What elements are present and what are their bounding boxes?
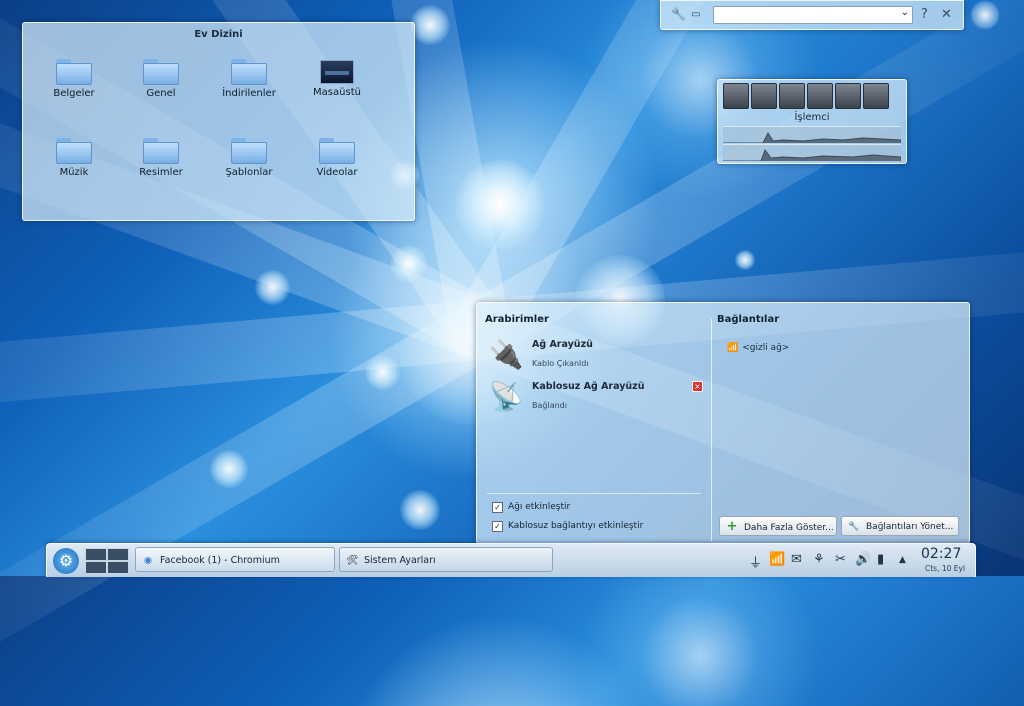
harddisk-icon[interactable] bbox=[751, 83, 777, 109]
folder-icon bbox=[231, 138, 267, 164]
folder-label: Videolar bbox=[316, 167, 358, 178]
interface-wired[interactable]: 🔌 Ağ Arayüzü Kablo Çıkanldı bbox=[487, 337, 711, 377]
system-monitor-icons bbox=[723, 83, 891, 112]
desktop-toolbox-cashew[interactable] bbox=[970, 0, 1000, 30]
enable-network-label: Ağı etkinleştir bbox=[508, 502, 571, 512]
interface-name: Kablosuz Ağ Arayüzü bbox=[532, 381, 645, 392]
interface-wireless[interactable]: 📡 Kablosuz Ağ Arayüzü Bağlandı × bbox=[487, 379, 711, 419]
wifi-icon[interactable]: 📶 bbox=[769, 552, 785, 567]
volume-icon[interactable]: 🔊 bbox=[855, 552, 871, 567]
cpu-monitor-widget: İşlemci bbox=[717, 79, 907, 164]
virtual-desktop-pager[interactable] bbox=[85, 548, 129, 574]
desktop-1[interactable] bbox=[85, 548, 107, 561]
folder-item-indirilenler[interactable]: İndirilenler bbox=[209, 59, 289, 99]
mail-icon[interactable]: ✉ bbox=[791, 552, 802, 567]
folder-item-videolar[interactable]: Videolar bbox=[297, 138, 377, 178]
desktop-icon bbox=[320, 60, 354, 84]
ram-icon[interactable] bbox=[835, 83, 861, 109]
wireless-network-icon: 📡 bbox=[488, 380, 524, 413]
folder-label: Belgeler bbox=[53, 88, 95, 99]
enable-network-checkbox[interactable]: ✓ Ağı etkinleştir bbox=[492, 502, 570, 513]
wired-network-icon: 🔌 bbox=[488, 338, 524, 371]
task-system-settings[interactable]: 🛠 Sistem Ayarları bbox=[339, 547, 553, 572]
disconnect-icon[interactable]: × bbox=[692, 381, 703, 392]
folder-label: Resimler bbox=[139, 167, 183, 178]
user-icon[interactable] bbox=[807, 83, 833, 109]
folder-label: Genel bbox=[146, 88, 176, 99]
folder-icon bbox=[319, 138, 355, 164]
chromium-icon: ◉ bbox=[143, 555, 153, 566]
hardware-icon[interactable] bbox=[863, 83, 889, 109]
manage-connections-label: Bağlantıları Yönet... bbox=[866, 522, 954, 532]
task-chromium[interactable]: ◉ Facebook (1) - Chromium bbox=[135, 547, 335, 572]
network-management-popup: Arabirimler Bağlantılar 🔌 Ağ Arayüzü Kab… bbox=[476, 302, 970, 544]
task-label: Facebook (1) - Chromium bbox=[160, 555, 280, 566]
network-icon[interactable] bbox=[779, 83, 805, 109]
desktop-4[interactable] bbox=[107, 561, 129, 574]
interface-status: Kablo Çıkanldı bbox=[532, 359, 589, 368]
panel-divider bbox=[711, 319, 712, 541]
close-button[interactable]: ✕ bbox=[941, 7, 952, 22]
clock-date[interactable]: Cts, 10 Eyl bbox=[925, 564, 965, 573]
folder-label: Şablonlar bbox=[225, 167, 273, 178]
folder-icon bbox=[231, 59, 267, 85]
folder-item-muzik[interactable]: Müzik bbox=[34, 138, 114, 178]
search-combobox[interactable]: ⌄ bbox=[713, 6, 913, 24]
folder-item-masaustu[interactable]: Masaüstü bbox=[297, 59, 377, 98]
show-more-button[interactable]: + Daha Fazla Göster... bbox=[719, 516, 837, 536]
manage-connections-button[interactable]: 🔧 Bağlantıları Yönet... bbox=[841, 516, 959, 536]
chevron-down-icon: ⌄ bbox=[900, 7, 909, 18]
cpu-graph-1 bbox=[723, 126, 902, 144]
wrench-icon: 🔧 bbox=[848, 522, 860, 532]
cpu-label: İşlemci bbox=[794, 112, 830, 123]
checkmark-icon: ✓ bbox=[492, 502, 503, 513]
desktop-toolbox-widget: 🔧 ▭ ⌄ ? ✕ bbox=[660, 0, 964, 30]
hidden-network-label: <gizli ağ> bbox=[742, 343, 790, 353]
checkmark-icon: ✓ bbox=[492, 521, 503, 532]
folder-item-sablonlar[interactable]: Şablonlar bbox=[209, 138, 289, 178]
task-label: Sistem Ayarları bbox=[364, 555, 436, 566]
folder-view-title: Ev Dizini bbox=[194, 29, 243, 40]
folder-item-belgeler[interactable]: Belgeler bbox=[34, 59, 114, 99]
interface-name: Ağ Arayüzü bbox=[532, 339, 593, 350]
interfaces-heading: Arabirimler bbox=[485, 314, 549, 325]
activity-icon[interactable]: ▭ bbox=[691, 9, 700, 20]
settings-tools-icon: 🛠 bbox=[345, 555, 359, 566]
hidden-network-item[interactable]: 📶 <gizli ağ> bbox=[727, 343, 789, 353]
folder-icon bbox=[143, 59, 179, 85]
plus-icon: + bbox=[726, 519, 738, 534]
checkbox-divider bbox=[487, 493, 701, 494]
application-launcher-button[interactable]: ⚙ bbox=[53, 548, 79, 574]
folder-icon bbox=[143, 138, 179, 164]
clock-time[interactable]: 02:27 bbox=[921, 546, 961, 562]
cpu-graph-2 bbox=[723, 144, 902, 162]
show-more-label: Daha Fazla Göster... bbox=[744, 523, 834, 533]
desktop-3[interactable] bbox=[85, 561, 107, 574]
folder-label: Müzik bbox=[59, 167, 89, 178]
folder-icon bbox=[56, 138, 92, 164]
taskbar: ⚙ ◉ Facebook (1) - Chromium 🛠 Sistem Ayarl… bbox=[46, 543, 976, 577]
desktop-2[interactable] bbox=[107, 548, 129, 561]
connections-heading: Bağlantılar bbox=[717, 314, 780, 325]
folder-item-resimler[interactable]: Resimler bbox=[121, 138, 201, 178]
folder-item-genel[interactable]: Genel bbox=[121, 59, 201, 99]
klipper-scissors-icon[interactable]: ✂ bbox=[835, 552, 846, 567]
help-button[interactable]: ? bbox=[921, 7, 928, 22]
enable-wireless-checkbox[interactable]: ✓ Kablosuz bağlantıyı etkinleştir bbox=[492, 521, 643, 532]
network-manager-icon[interactable]: ⚘ bbox=[813, 552, 825, 567]
folder-view-widget: Ev Dizini Belgeler Genel İndirilenler Ma… bbox=[22, 22, 415, 221]
interface-status: Bağlandı bbox=[532, 401, 567, 410]
enable-wireless-label: Kablosuz bağlantıyı etkinleştir bbox=[508, 521, 644, 531]
usb-icon[interactable]: ⏚ bbox=[749, 552, 762, 571]
wireless-antenna-icon: 📶 bbox=[727, 343, 739, 353]
folder-label: İndirilenler bbox=[222, 88, 276, 99]
folder-label: Masaüstü bbox=[313, 87, 361, 98]
battery-icon[interactable]: ▮ bbox=[877, 552, 884, 567]
tray-expand-icon[interactable]: ▲ bbox=[899, 555, 906, 565]
wrench-icon[interactable]: 🔧 bbox=[671, 7, 686, 21]
folder-icon bbox=[56, 59, 92, 85]
cpu-icon[interactable] bbox=[723, 83, 749, 109]
